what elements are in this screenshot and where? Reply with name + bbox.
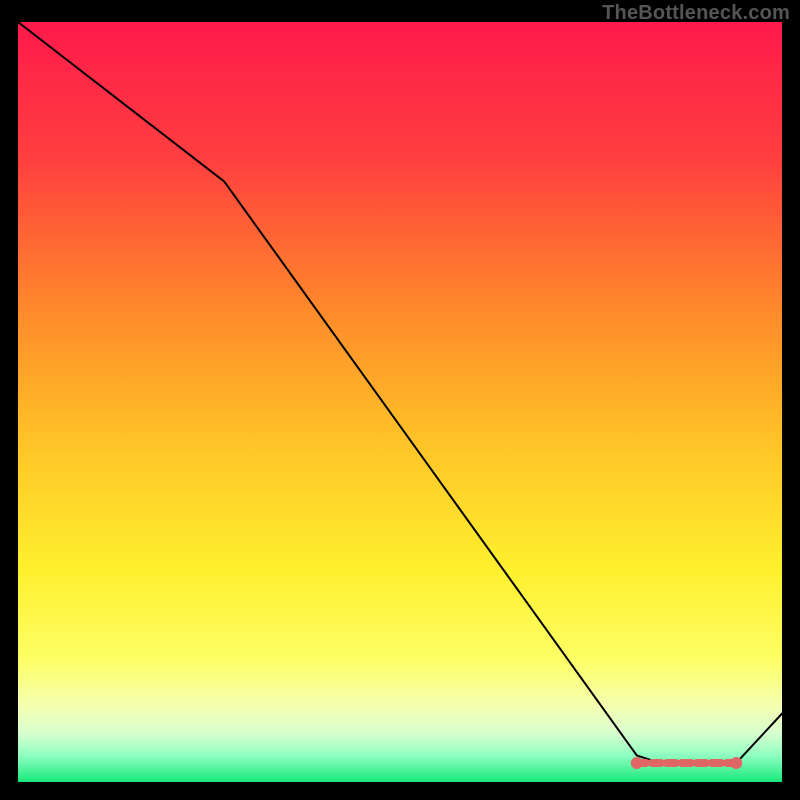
bottleneck-chart bbox=[18, 22, 782, 782]
chart-frame: { "watermark": "TheBottleneck.com", "cha… bbox=[0, 0, 800, 800]
gradient-background bbox=[18, 22, 782, 782]
